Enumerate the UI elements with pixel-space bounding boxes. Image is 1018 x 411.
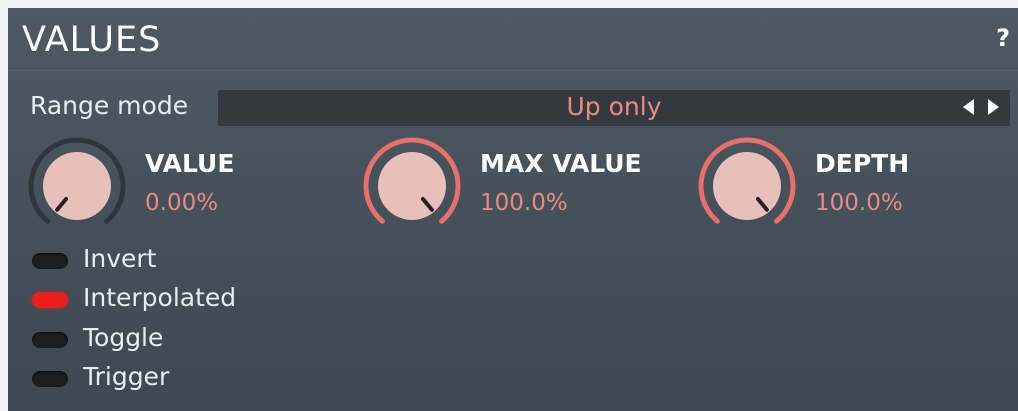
range-mode-selector[interactable]: Up only [218,90,1010,126]
invert-led-icon [32,253,68,269]
next-arrow-icon[interactable] [988,99,999,115]
value-knob-body [43,152,111,220]
section-header: VALUES ? [8,8,1018,71]
max-value-knob-readout: 100.0% [480,190,568,216]
help-button[interactable]: ? [996,24,1010,52]
value-knob-title: VALUE [145,149,235,178]
range-mode-value: Up only [566,92,662,121]
depth-knob-readout: 100.0% [815,190,903,216]
depth-knob-body [713,152,781,220]
previous-arrow-icon[interactable] [963,99,974,115]
value-knob-readout: 0.00% [145,190,219,216]
range-mode-label: Range mode [30,91,189,120]
toggle-label: Toggle [83,323,164,352]
values-panel: VALUES ? Range mode Up only VALUE 0.00% … [8,8,1018,411]
interpolated-led-icon [32,292,68,308]
toggle-led-icon [32,332,68,348]
interpolated-label: Interpolated [83,283,237,312]
max-value-knob-body [378,152,446,220]
section-title: VALUES [22,20,162,60]
depth-knob[interactable] [695,134,799,238]
trigger-label: Trigger [83,362,170,391]
value-knob[interactable] [25,134,129,238]
invert-label: Invert [83,244,157,273]
max-value-knob[interactable] [360,134,464,238]
max-value-knob-title: MAX VALUE [480,149,642,178]
depth-knob-title: DEPTH [815,149,910,178]
trigger-led-icon [32,371,68,387]
